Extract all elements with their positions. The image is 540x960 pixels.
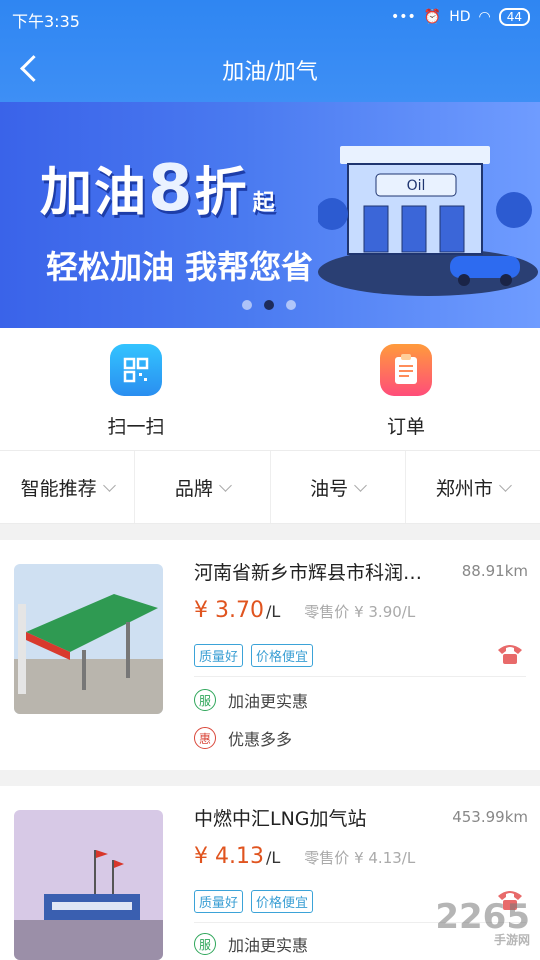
station-price: ¥ 4.13 — [194, 844, 264, 869]
site-watermark: 2265 手游网 — [435, 897, 530, 947]
promo-item: 服 加油更实惠 — [194, 932, 308, 956]
chevron-down-icon — [219, 478, 232, 492]
more-dots-icon: ••• — [390, 9, 416, 25]
chevron-down-icon — [102, 478, 116, 492]
filter-city[interactable]: 郑州市 — [406, 451, 540, 523]
tag-cheap: 价格便宜 — [251, 644, 314, 667]
station-distance: 88.91km — [461, 562, 528, 580]
station-tags: 质量好 价格便宜 — [194, 890, 314, 913]
banner-oil-sign: Oil — [407, 178, 426, 194]
service-badge: 服 — [194, 933, 216, 955]
banner-discount: 8 — [148, 152, 195, 226]
order-clipboard-icon — [380, 344, 432, 396]
tag-cheap: 价格便宜 — [251, 890, 314, 913]
scan-action[interactable]: 扫一扫 — [66, 344, 206, 439]
station-card[interactable]: 河南省新乡市辉县市科润… 88.91km ¥ 3.70 /L 零售价 ¥ 3.9… — [0, 540, 540, 770]
phone-icon[interactable] — [496, 640, 524, 666]
alarm-icon: ⏰ — [423, 9, 442, 25]
retail-price: 零售价 ¥ 4.13/L — [304, 849, 416, 867]
filter-smart-recommend[interactable]: 智能推荐 — [0, 451, 136, 523]
station-tags: 质量好 价格便宜 — [194, 644, 314, 667]
service-badge: 服 — [194, 689, 216, 711]
price-unit: /L — [265, 848, 281, 867]
status-time: 下午3:35 — [12, 12, 80, 31]
price-row: ¥ 3.70 /L 零售价 ¥ 3.90/L — [194, 598, 415, 623]
battery-indicator: 44 — [498, 8, 530, 26]
promo-banner[interactable]: 加油8折起 轻松加油 我帮您省 Oil — [0, 102, 540, 328]
promo-text: 优惠多多 — [228, 730, 293, 749]
price-unit: /L — [265, 602, 281, 621]
quick-actions: 扫一扫 订单 — [0, 328, 540, 450]
chevron-down-icon — [354, 478, 367, 492]
wifi-icon: ◠ — [478, 9, 491, 25]
scan-label: 扫一扫 — [107, 416, 165, 438]
pager-dot[interactable] — [286, 300, 296, 310]
banner-pager — [242, 300, 296, 310]
filter-fuel-grade[interactable]: 油号 — [271, 451, 406, 523]
station-photo — [14, 810, 163, 960]
status-icons: ••• ⏰ HD ◠ 44 — [391, 8, 530, 26]
pager-dot-active[interactable] — [264, 300, 274, 310]
orders-action[interactable]: 订单 — [336, 344, 476, 439]
station-photo — [14, 564, 163, 714]
banner-headline: 加油8折起 — [40, 152, 277, 226]
tag-quality: 质量好 — [194, 644, 244, 667]
chevron-down-icon — [499, 478, 512, 492]
filter-bar: 智能推荐 品牌 油号 郑州市 — [0, 450, 540, 524]
tag-quality: 质量好 — [194, 890, 244, 913]
orders-label: 订单 — [386, 416, 425, 438]
station-name: 中燃中汇LNG加气站 — [194, 808, 367, 830]
banner-slogan: 轻松加油 我帮您省 — [46, 248, 314, 286]
pager-dot[interactable] — [242, 300, 252, 310]
qr-scan-icon — [110, 344, 162, 396]
retail-price: 零售价 ¥ 3.90/L — [304, 603, 416, 621]
page-title: 加油/加气 — [222, 60, 318, 85]
promo-text: 加油更实惠 — [228, 692, 309, 711]
promo-item: 惠 优惠多多 — [194, 726, 292, 750]
top-bar: 下午3:35 ••• ⏰ HD ◠ 44 加油/加气 — [0, 0, 540, 102]
discount-badge: 惠 — [194, 727, 216, 749]
promo-item: 服 加油更实惠 — [194, 688, 308, 712]
filter-brand[interactable]: 品牌 — [135, 451, 271, 523]
station-name: 河南省新乡市辉县市科润… — [194, 562, 423, 584]
status-bar: 下午3:35 ••• ⏰ HD ◠ 44 — [0, 0, 540, 34]
station-price: ¥ 3.70 — [194, 598, 264, 623]
price-row: ¥ 4.13 /L 零售价 ¥ 4.13/L — [194, 844, 415, 869]
hd-signal-icon: HD — [449, 9, 471, 25]
nav-bar: 加油/加气 — [0, 34, 540, 102]
promo-text: 加油更实惠 — [228, 936, 309, 955]
card-divider — [194, 676, 526, 677]
station-distance: 453.99km — [452, 808, 528, 826]
gas-station-illustration: Oil — [318, 146, 538, 296]
